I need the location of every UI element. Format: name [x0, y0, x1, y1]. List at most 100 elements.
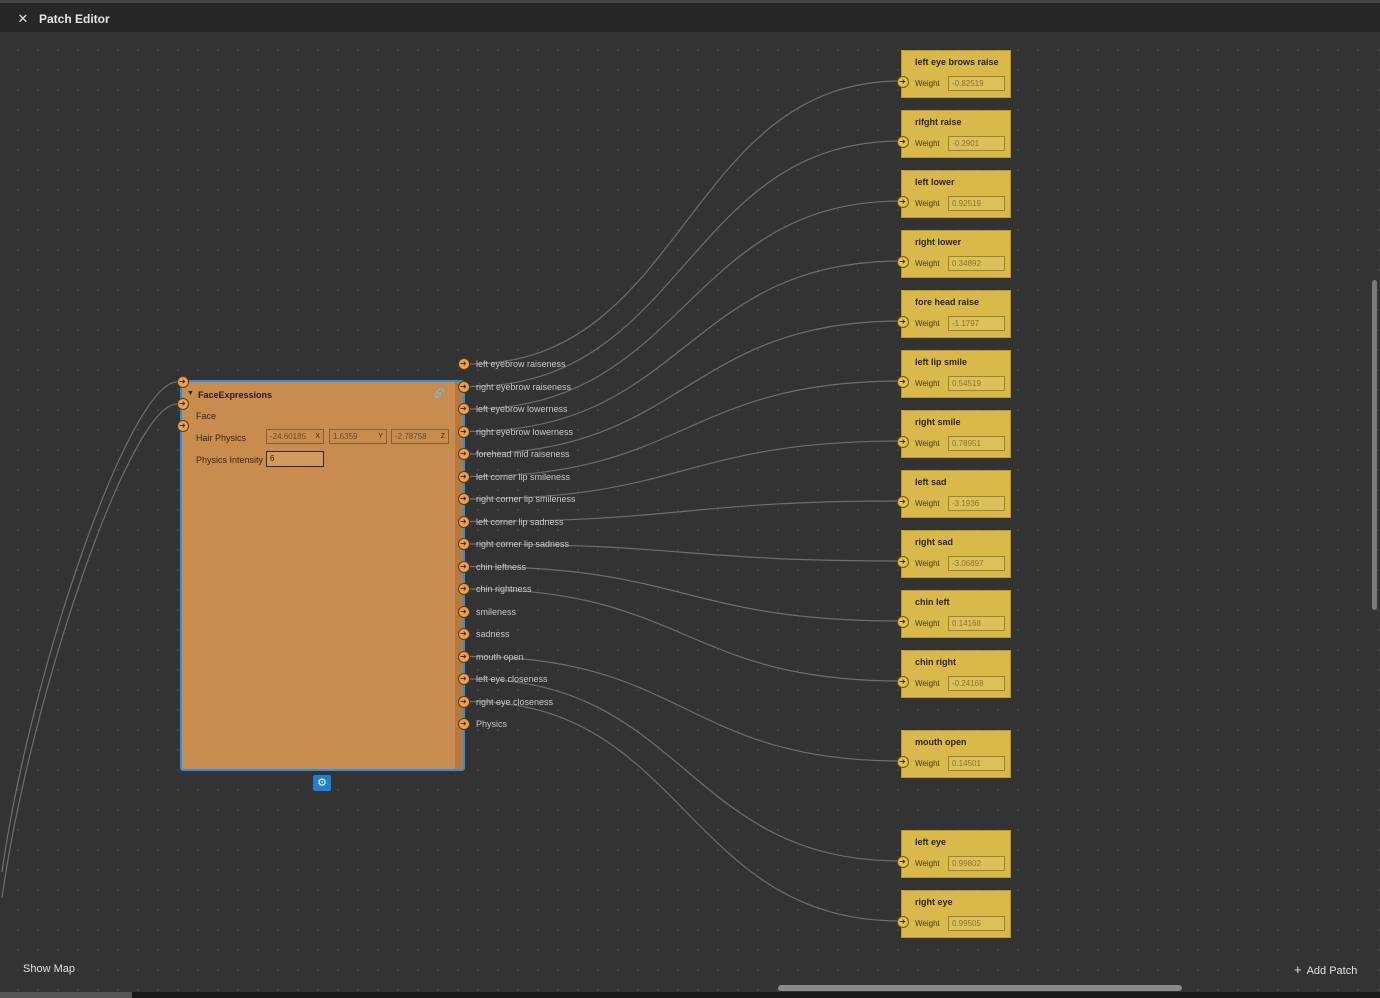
weight-node-title: chin left	[915, 597, 950, 607]
weight-node[interactable]: right eye Weight 0.99505	[897, 890, 1011, 938]
input-wire	[1, 403, 178, 899]
output-port[interactable]	[458, 425, 470, 439]
output-port[interactable]	[458, 560, 470, 574]
weight-value-field[interactable]: 0.78951	[948, 436, 1005, 451]
output-port[interactable]	[458, 605, 470, 619]
connection-wire	[469, 140, 902, 388]
output-port[interactable]	[458, 650, 470, 664]
output-label: chin leftness	[476, 561, 527, 572]
weight-node[interactable]: mouth open Weight 0.14501	[897, 730, 1011, 778]
weight-node[interactable]: fore head raise Weight -1.1797	[897, 290, 1011, 338]
close-icon[interactable]: ✕	[16, 12, 30, 26]
gear-icon[interactable]: ⚙	[313, 775, 331, 791]
connection-wire	[469, 700, 902, 922]
output-port[interactable]	[458, 537, 470, 551]
weight-value-field[interactable]: -0.82519	[948, 76, 1005, 91]
weight-node-title: mouth open	[915, 737, 967, 747]
link-icon[interactable]: 🔗	[434, 388, 445, 399]
weight-node-title: right smile	[915, 417, 961, 427]
plus-icon: +	[1294, 962, 1302, 977]
weight-node[interactable]: chin left Weight 0.14168	[897, 590, 1011, 638]
output-port[interactable]	[458, 695, 470, 709]
weight-value-field[interactable]: -3.06897	[948, 556, 1005, 571]
output-label: right eyebrow raiseness	[476, 381, 572, 392]
weight-input-port[interactable]	[897, 75, 909, 89]
weight-node[interactable]: left lower Weight 0.92519	[897, 170, 1011, 218]
weight-node[interactable]: right lower Weight 0.34892	[897, 230, 1011, 278]
weight-input-port[interactable]	[897, 435, 909, 449]
output-port[interactable]	[458, 627, 470, 641]
output-label: left eyebrow lowerness	[476, 404, 568, 414]
weight-input-port[interactable]	[897, 555, 909, 569]
add-patch-button[interactable]: + Add Patch	[1294, 962, 1357, 977]
weight-value-field[interactable]: 0.14168	[948, 616, 1005, 631]
input-port-face[interactable]	[177, 375, 189, 389]
weight-input-port[interactable]	[897, 255, 909, 269]
input-port-hair-physics[interactable]	[177, 397, 189, 411]
output-label: left corner lip sadness	[476, 516, 564, 527]
hair-physics-x-field[interactable]: -24.60185 X	[266, 429, 324, 444]
output-port[interactable]	[458, 492, 470, 506]
weight-input-port[interactable]	[897, 315, 909, 329]
weight-value-field[interactable]: 0.54519	[948, 376, 1005, 391]
weight-node[interactable]: rifght raise Weight -0.2901	[897, 110, 1011, 158]
weight-value-field[interactable]: -3.1936	[948, 496, 1005, 511]
z-axis-label: Z	[440, 433, 445, 440]
weight-label: Weight	[915, 79, 940, 88]
output-port[interactable]	[458, 672, 470, 686]
weight-value-field[interactable]: -0.24168	[948, 676, 1005, 691]
weight-node[interactable]: left eye Weight 0.99802	[897, 830, 1011, 878]
weight-input-port[interactable]	[897, 195, 909, 209]
hair-physics-z-field[interactable]: -2.78758 Z	[391, 429, 449, 444]
output-port[interactable]	[458, 357, 470, 371]
output-port[interactable]	[458, 515, 470, 529]
node-output-strip	[455, 382, 463, 769]
weight-input-port[interactable]	[897, 495, 909, 509]
weight-value-field[interactable]: 0.92519	[948, 196, 1005, 211]
weight-value-field[interactable]: 0.99802	[948, 856, 1005, 871]
output-port[interactable]	[458, 380, 470, 394]
face-expressions-node[interactable]: ▼ FaceExpressions 🔗 Face Hair Physics -2…	[180, 380, 465, 771]
output-label: sadness	[476, 629, 510, 639]
triangle-down-icon[interactable]: ▼	[187, 390, 194, 397]
weight-input-port[interactable]	[897, 915, 909, 929]
physics-intensity-field[interactable]: 6	[266, 451, 324, 467]
weight-node[interactable]: right sad Weight -3.06897	[897, 530, 1011, 578]
weight-input-port[interactable]	[897, 375, 909, 389]
weight-value-field[interactable]: 0.14501	[948, 756, 1005, 771]
output-label: right corner lip smileness	[476, 494, 576, 504]
input-wire	[1, 381, 178, 873]
weight-value-field[interactable]: 0.99505	[948, 916, 1005, 931]
weight-label: Weight	[915, 259, 940, 268]
output-port[interactable]	[458, 582, 470, 596]
weight-node[interactable]: right smile Weight 0.78951	[897, 410, 1011, 458]
weight-node[interactable]: left sad Weight -3.1936	[897, 470, 1011, 518]
weight-input-port[interactable]	[897, 675, 909, 689]
output-port[interactable]	[458, 402, 470, 416]
weight-value-field[interactable]: 0.34892	[948, 256, 1005, 271]
output-port[interactable]	[458, 717, 470, 731]
vertical-scrollbar[interactable]	[1372, 280, 1377, 610]
weight-input-port[interactable]	[897, 755, 909, 769]
weight-input-port[interactable]	[897, 855, 909, 869]
horizontal-scrollbar[interactable]	[778, 985, 1182, 991]
weight-value-field[interactable]: -0.2901	[948, 136, 1005, 151]
weight-input-port[interactable]	[897, 615, 909, 629]
input-port-physics-intensity[interactable]	[177, 419, 189, 433]
weight-node[interactable]: left eye brows raise Weight -0.82519	[897, 50, 1011, 98]
output-port[interactable]	[458, 447, 470, 461]
hair-physics-z-value: -2.78758	[395, 432, 427, 441]
weight-value-field[interactable]: -1.1797	[948, 316, 1005, 331]
hair-physics-y-field[interactable]: 1.6359 Y	[329, 429, 387, 444]
show-map-button[interactable]: Show Map	[23, 963, 75, 975]
output-label: chin rightness	[476, 584, 532, 594]
weight-node[interactable]: chin right Weight -0.24168	[897, 650, 1011, 698]
weight-node-title: left eye brows raise	[915, 57, 999, 67]
patch-canvas[interactable]: ▼ FaceExpressions 🔗 Face Hair Physics -2…	[0, 32, 1380, 998]
weight-label: Weight	[915, 139, 940, 148]
output-port[interactable]	[458, 470, 470, 484]
weight-label: Weight	[915, 499, 940, 508]
weight-node-title: right lower	[915, 237, 962, 247]
weight-node[interactable]: left lip smile Weight 0.54519	[897, 350, 1011, 398]
weight-input-port[interactable]	[897, 135, 909, 149]
